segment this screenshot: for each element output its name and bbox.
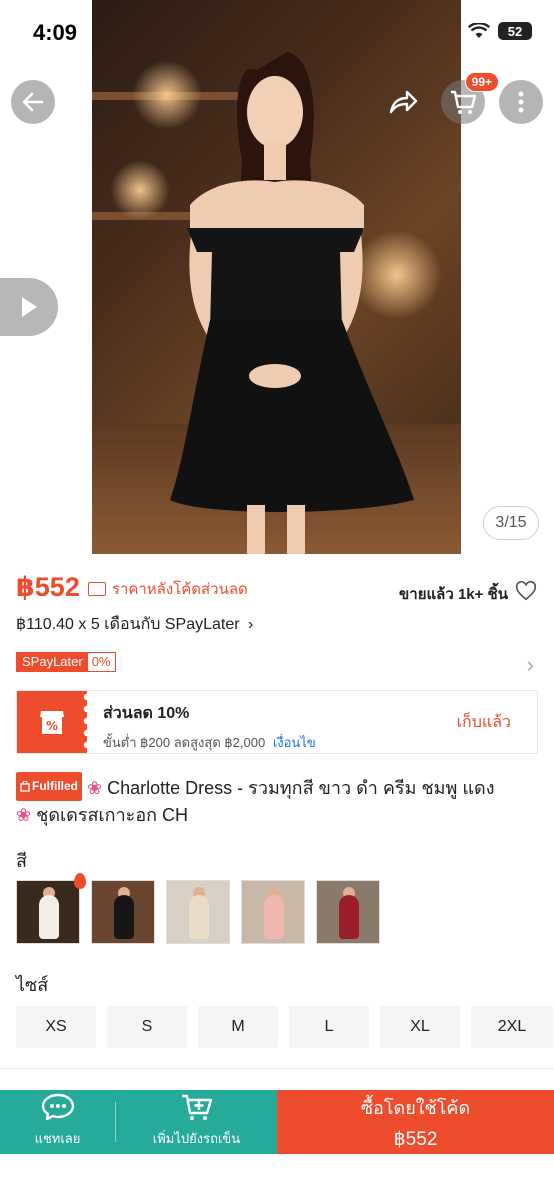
voucher-title: ส่วนลด 10%	[103, 705, 190, 722]
image-counter: 3/15	[483, 506, 539, 540]
play-video-button[interactable]	[0, 278, 58, 336]
battery-icon: 52	[498, 22, 532, 40]
buy-with-code-button[interactable]: ซื้อโดยใช้โค้ด ฿552	[277, 1090, 554, 1154]
color-options	[16, 880, 380, 944]
installment-text: ฿110.40 x 5 เดือนกับ SPayLater	[16, 616, 240, 633]
color-option-pink[interactable]	[241, 880, 305, 944]
divider	[0, 1068, 554, 1069]
size-option[interactable]: XS	[16, 1006, 96, 1048]
size-option[interactable]: M	[198, 1006, 278, 1048]
size-section-label: ไซส์	[16, 975, 49, 995]
voucher-card[interactable]: % ส่วนลด 10% ขั้นต่ำ ฿200 ลดสูงสุด ฿2,00…	[16, 690, 538, 754]
tulip-icon: ❀	[87, 778, 103, 798]
voucher-icon	[87, 582, 106, 596]
chevron-right-icon: ›	[248, 616, 254, 633]
voucher-conditions-link[interactable]: เงื่อนไข	[273, 735, 316, 750]
back-button[interactable]	[11, 80, 55, 124]
spaylater-badge: SPayLater 0%	[16, 652, 116, 672]
discount-store-icon: %	[40, 711, 64, 734]
add-to-cart-button[interactable]: เพิ่มไปยังรถเข็น	[116, 1090, 277, 1154]
size-option[interactable]: S	[107, 1006, 187, 1048]
chevron-right-icon[interactable]: ›	[527, 652, 534, 678]
size-options: XS S M L XL 2XL	[16, 1006, 553, 1048]
price-row: ฿552 ราคาหลังโค้ดส่วนลด	[16, 572, 248, 603]
installment-link[interactable]: ฿110.40 x 5 เดือนกับ SPayLater ›	[16, 612, 253, 637]
tulip-icon: ❀	[16, 805, 32, 825]
product-title-line2: ชุดเดรสเกาะอก CH	[36, 805, 189, 825]
color-option-cream[interactable]	[166, 880, 230, 944]
sold-count: ขายแล้ว 1k+ ชิ้น	[399, 586, 508, 603]
spaylater-rate: 0%	[91, 654, 111, 669]
add-cart-icon	[181, 1094, 212, 1120]
voucher-claim-button[interactable]: เก็บแล้ว	[457, 710, 537, 735]
product-title: Fulfilled ❀ Charlotte Dress - รวมทุกสี ข…	[16, 772, 538, 829]
price-note: ราคาหลังโค้ดส่วนลด	[87, 577, 248, 601]
color-section-label: สี	[16, 851, 27, 871]
buy-button-label: ซื้อโดยใช้โค้ด	[360, 1098, 471, 1118]
more-vertical-icon	[518, 91, 524, 113]
add-to-cart-label: เพิ่มไปยังรถเข็น	[152, 1131, 241, 1146]
color-option-white[interactable]	[16, 880, 80, 944]
heart-icon[interactable]	[515, 580, 537, 602]
chat-button[interactable]: แชทเลย	[0, 1090, 115, 1154]
spaylater-label: SPayLater	[17, 653, 88, 671]
share-icon	[389, 90, 418, 114]
cart-button[interactable]: 99+	[441, 72, 499, 124]
voucher-subtitle: ขั้นต่ำ ฿200 ลดสูงสุด ฿2,000	[103, 735, 266, 750]
buy-button-price: ฿552	[393, 1129, 438, 1150]
product-title-line1: Charlotte Dress - รวมทุกสี ขาว ดำ ครีม ช…	[107, 778, 495, 798]
price: ฿552	[16, 572, 80, 602]
size-option[interactable]: L	[289, 1006, 369, 1048]
bottom-action-bar: แชทเลย เพิ่มไปยังรถเข็น ซื้อโดยใช้โค้ด ฿…	[0, 1090, 554, 1154]
hot-flame-icon	[74, 873, 86, 889]
color-option-black[interactable]	[91, 880, 155, 944]
status-time: 4:09	[33, 20, 78, 45]
play-icon	[22, 297, 37, 317]
cart-count-badge: 99+	[464, 72, 499, 92]
more-options-button[interactable]	[499, 80, 543, 124]
arrow-left-icon	[22, 92, 44, 112]
color-option-red[interactable]	[316, 880, 380, 944]
price-note-text: ราคาหลังโค้ดส่วนลด	[111, 581, 248, 598]
voucher-store-icon: %	[17, 691, 92, 753]
share-button[interactable]	[381, 80, 425, 124]
fulfilled-badge-label: Fulfilled	[32, 779, 78, 793]
bag-icon	[20, 781, 30, 792]
size-option[interactable]: XL	[380, 1006, 460, 1048]
cart-icon	[451, 90, 477, 114]
svg-text:%: %	[46, 719, 58, 733]
chat-icon	[41, 1093, 74, 1121]
size-option[interactable]: 2XL	[471, 1006, 553, 1048]
wifi-icon	[468, 23, 490, 38]
chat-button-label: แชทเลย	[34, 1131, 81, 1146]
fulfilled-badge: Fulfilled	[16, 772, 82, 801]
